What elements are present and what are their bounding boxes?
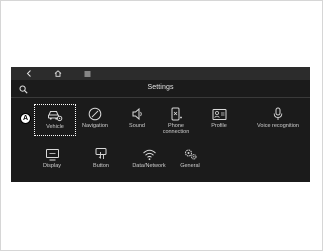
back-button[interactable] — [19, 67, 39, 80]
tile-general[interactable]: General — [169, 144, 211, 176]
tile-label: Profile — [211, 123, 227, 129]
top-nav-bar — [11, 67, 310, 80]
tile-label: Phone connection — [162, 123, 190, 135]
wifi-icon — [140, 146, 158, 162]
phone-connection-icon — [167, 106, 185, 122]
infotainment-screen: Settings Vehicle Navigation Sound Phone … — [11, 67, 310, 182]
tile-voice-recognition[interactable]: Voice recognition — [257, 104, 299, 136]
tile-label: Navigation — [82, 123, 108, 129]
back-arrow-icon — [26, 70, 31, 77]
car-gear-icon — [46, 107, 64, 123]
page-title: Settings — [147, 84, 174, 91]
tile-display[interactable]: Display — [31, 144, 73, 176]
home-button[interactable] — [48, 67, 68, 80]
menu-button[interactable] — [77, 67, 97, 80]
menu-icon — [84, 71, 90, 76]
tile-label: Sound — [129, 123, 145, 129]
home-icon — [54, 70, 62, 77]
title-bar: Settings — [11, 81, 310, 97]
monitor-icon — [43, 146, 61, 162]
tile-sound[interactable]: Sound — [116, 104, 158, 136]
title-divider — [11, 97, 310, 98]
tile-label: Vehicle — [46, 124, 64, 130]
tile-label: Button — [93, 163, 109, 169]
tile-label: Display — [42, 163, 62, 169]
tile-label: Data/Network — [132, 163, 166, 169]
speaker-icon — [128, 106, 146, 122]
compass-icon — [86, 106, 104, 122]
callout-marker: A — [20, 113, 31, 124]
tile-navigation[interactable]: Navigation — [74, 104, 116, 136]
gears-icon — [181, 146, 199, 162]
tile-label: General — [180, 163, 200, 169]
tile-vehicle[interactable]: Vehicle — [34, 104, 76, 136]
button-press-icon — [92, 146, 110, 162]
microphone-icon — [269, 106, 287, 122]
tile-data-network[interactable]: Data/Network — [128, 144, 170, 176]
tile-label: Voice recognition — [257, 123, 299, 129]
tile-button[interactable]: Button — [80, 144, 122, 176]
profile-card-icon — [210, 106, 228, 122]
tile-profile[interactable]: Profile — [198, 104, 240, 136]
tile-phone-connection[interactable]: Phone connection — [155, 104, 197, 136]
